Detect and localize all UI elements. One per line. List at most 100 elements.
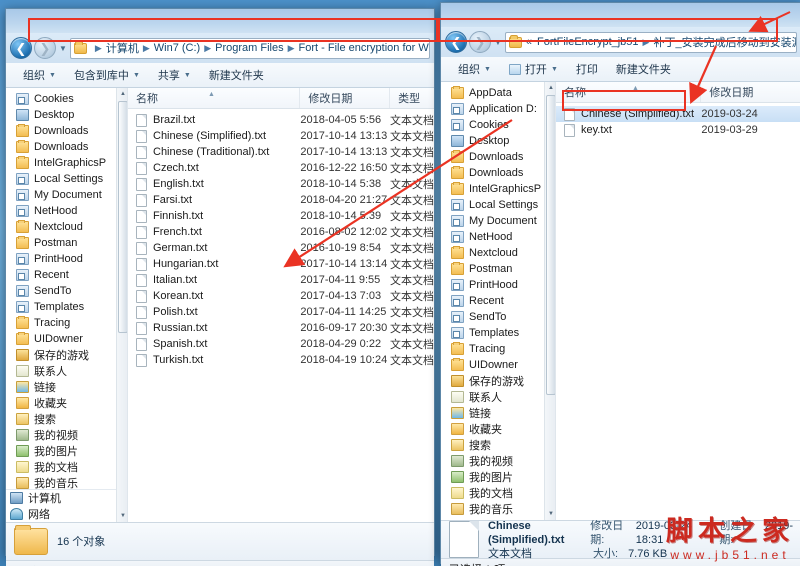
breadcrumb-win7c[interactable]: Win7 (C:) — [154, 42, 200, 54]
nav-item-intelgraphicsp[interactable]: IntelGraphicsP — [6, 155, 127, 171]
file-row[interactable]: Chinese (Simplified).txt 2017-10-14 13:13… — [128, 128, 434, 144]
file-name-cell[interactable]: Chinese (Simplified).txt — [556, 107, 701, 121]
nav-item-local-settings[interactable]: Local Settings — [441, 197, 555, 213]
nav-item-uidowner[interactable]: UIDowner — [6, 331, 127, 347]
file-row[interactable]: Hungarian.txt 2017-10-14 13:14 文本文档 — [128, 256, 434, 272]
nav-item--[interactable]: 保存的游戏 — [6, 347, 127, 363]
file-name-cell[interactable]: Chinese (Simplified).txt — [128, 129, 300, 143]
nav-item--[interactable]: 保存的游戏 — [441, 373, 555, 389]
breadcrumb-fortfileencrypt[interactable]: FortFileEncrypt_jb51 — [537, 36, 639, 48]
nav-item--[interactable]: 我的音乐 — [441, 501, 555, 517]
breadcrumb-patch-folder[interactable]: 补丁_安装完成后移动到安装源目录覆盖 — [653, 34, 796, 50]
column-header-type[interactable]: 类型 — [390, 88, 434, 108]
nav-item--[interactable]: 链接 — [441, 405, 555, 421]
file-name-cell[interactable]: English.txt — [128, 177, 300, 191]
scroll-up-icon[interactable]: ▲ — [117, 88, 127, 100]
recent-locations-icon[interactable]: ▼ — [494, 38, 502, 47]
recent-locations-icon[interactable]: ▼ — [59, 44, 67, 53]
right-window-titlebar[interactable] — [441, 3, 800, 27]
breadcrumb-computer[interactable]: 计算机 — [106, 40, 139, 56]
scroll-down-icon[interactable]: ▼ — [545, 508, 555, 520]
new-folder-button[interactable]: 新建文件夹 — [200, 65, 273, 85]
nav-item-nethood[interactable]: NetHood — [441, 229, 555, 245]
file-name-cell[interactable]: key.txt — [556, 123, 701, 137]
left-window-titlebar[interactable] — [6, 9, 434, 33]
open-button[interactable]: 打开 ▼ — [500, 59, 567, 79]
right-nav-scrollbar[interactable]: ▲ ▼ — [544, 82, 555, 520]
file-row[interactable]: Polish.txt 2017-04-11 14:25 文本文档 — [128, 304, 434, 320]
file-name-cell[interactable]: Turkish.txt — [128, 353, 300, 367]
column-header-name[interactable]: 名称 ▲ — [556, 82, 702, 102]
file-row[interactable]: Finnish.txt 2018-10-14 5:39 文本文档 — [128, 208, 434, 224]
forward-button[interactable]: ❯ — [469, 31, 491, 53]
nav-item--[interactable]: 计算机 — [6, 490, 127, 506]
nav-item-postman[interactable]: Postman — [6, 235, 127, 251]
nav-item--[interactable]: 我的图片 — [6, 443, 127, 459]
nav-item-printhood[interactable]: PrintHood — [441, 277, 555, 293]
nav-item--[interactable]: 联系人 — [6, 363, 127, 379]
scroll-thumb[interactable] — [546, 95, 555, 395]
nav-item-tracing[interactable]: Tracing — [6, 315, 127, 331]
right-navigation-pane[interactable]: AppData Application D: Cookies Desktop Downl… — [441, 82, 556, 520]
file-row[interactable]: Russian.txt 2016-09-17 20:30 文本文档 — [128, 320, 434, 336]
nav-item-nextcloud[interactable]: Nextcloud — [441, 245, 555, 261]
right-explorer-window[interactable]: ❮ ❯ ▼ « FortFileEncrypt_jb51 ▶ 补丁_安装完成后移… — [440, 2, 800, 566]
file-name-cell[interactable]: Korean.txt — [128, 289, 300, 303]
nav-item-printhood[interactable]: PrintHood — [6, 251, 127, 267]
nav-item--[interactable]: 我的文档 — [6, 459, 127, 475]
file-row[interactable]: Czech.txt 2016-12-22 16:50 文本文档 — [128, 160, 434, 176]
nav-item--[interactable]: 搜索 — [441, 437, 555, 453]
file-name-cell[interactable]: Czech.txt — [128, 161, 300, 175]
nav-item-postman[interactable]: Postman — [441, 261, 555, 277]
print-button[interactable]: 打印 — [567, 59, 607, 79]
breadcrumb-fort[interactable]: Fort - File encryption for Windows — [299, 42, 429, 54]
nav-item-templates[interactable]: Templates — [441, 325, 555, 341]
scroll-down-icon[interactable]: ▼ — [117, 510, 127, 522]
organize-button[interactable]: 组织 ▼ — [449, 59, 500, 79]
file-row[interactable]: key.txt 2019-03-29 — [556, 122, 800, 138]
nav-item--[interactable]: 我的文档 — [441, 485, 555, 501]
file-row[interactable]: Korean.txt 2017-04-13 7:03 文本文档 — [128, 288, 434, 304]
file-row[interactable]: Chinese (Traditional).txt 2017-10-14 13:1… — [128, 144, 434, 160]
nav-item--[interactable]: 我的视频 — [441, 453, 555, 469]
breadcrumb-program-files[interactable]: Program Files — [215, 42, 283, 54]
nav-item-downloads[interactable]: Downloads — [6, 123, 127, 139]
left-navigation-pane[interactable]: Cookies Desktop Downloads Downloads IntelGra… — [6, 88, 128, 522]
nav-item-sendto[interactable]: SendTo — [6, 283, 127, 299]
file-name-cell[interactable]: Finnish.txt — [128, 209, 300, 223]
left-address-bar[interactable]: ▶ 计算机 ▶ Win7 (C:) ▶ Program Files ▶ Fort… — [69, 37, 430, 59]
nav-item--[interactable]: 联系人 — [441, 389, 555, 405]
left-nav-scrollbar[interactable]: ▲ ▼ — [116, 88, 127, 522]
nav-item-tracing[interactable]: Tracing — [441, 341, 555, 357]
nav-item-desktop[interactable]: Desktop — [441, 133, 555, 149]
file-row[interactable]: German.txt 2016-10-19 8:54 文本文档 — [128, 240, 434, 256]
nav-item-downloads[interactable]: Downloads — [441, 165, 555, 181]
scroll-thumb[interactable] — [118, 101, 127, 333]
nav-item--[interactable]: 网络 — [6, 506, 127, 522]
nav-item-templates[interactable]: Templates — [6, 299, 127, 315]
file-row[interactable]: Brazil.txt 2018-04-05 5:56 文本文档 — [128, 112, 434, 128]
organize-button[interactable]: 组织 ▼ — [14, 65, 65, 85]
forward-button[interactable]: ❯ — [34, 37, 56, 59]
nav-item-nextcloud[interactable]: Nextcloud — [6, 219, 127, 235]
nav-item-intelgraphicsp[interactable]: IntelGraphicsP — [441, 181, 555, 197]
right-address-bar[interactable]: « FortFileEncrypt_jb51 ▶ 补丁_安装完成后移动到安装源目… — [504, 31, 797, 53]
file-name-cell[interactable]: Brazil.txt — [128, 113, 300, 127]
left-explorer-window[interactable]: ❮ ❯ ▼ ▶ 计算机 ▶ Win7 (C:) ▶ Program Files … — [5, 8, 435, 566]
column-header-name[interactable]: 名称 ▲ — [128, 88, 301, 108]
back-button[interactable]: ❮ — [10, 37, 32, 59]
column-header-date[interactable]: 修改日期 — [701, 82, 800, 102]
nav-item-recent[interactable]: Recent — [441, 293, 555, 309]
nav-item-cookies[interactable]: Cookies — [441, 117, 555, 133]
file-row[interactable]: English.txt 2018-10-14 5:38 文本文档 — [128, 176, 434, 192]
nav-item--[interactable]: 收藏夹 — [6, 395, 127, 411]
file-row[interactable]: Chinese (Simplified).txt 2019-03-24 — [556, 106, 800, 122]
breadcrumb-overflow[interactable]: « — [526, 36, 532, 48]
nav-item--[interactable]: 我的图片 — [441, 469, 555, 485]
back-button[interactable]: ❮ — [445, 31, 467, 53]
nav-item--[interactable]: 收藏夹 — [441, 421, 555, 437]
nav-item-downloads[interactable]: Downloads — [6, 139, 127, 155]
file-name-cell[interactable]: Italian.txt — [128, 273, 300, 287]
nav-item-my-document[interactable]: My Document — [441, 213, 555, 229]
nav-item--[interactable]: 我的视频 — [6, 427, 127, 443]
